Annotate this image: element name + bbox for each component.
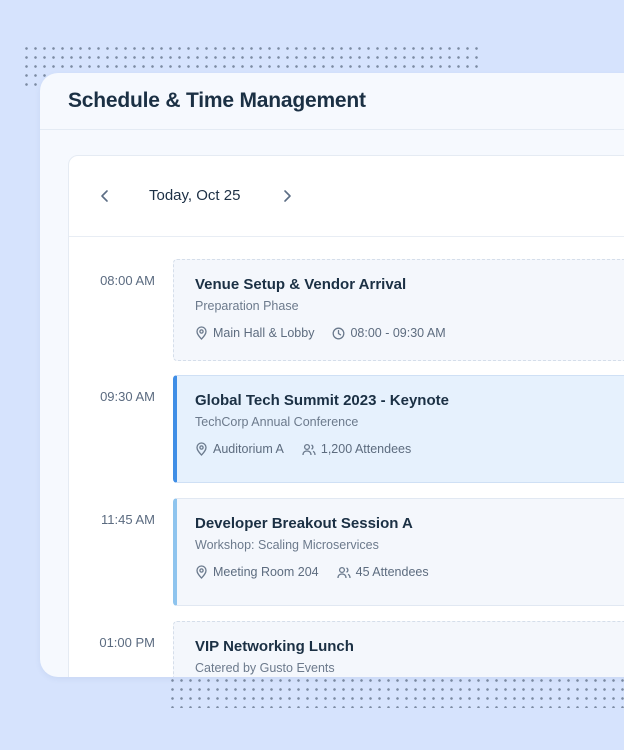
previous-day-button[interactable]	[95, 186, 115, 206]
location-pin-icon	[196, 442, 207, 456]
event-meta: Meeting Room 204 45 Attendees	[195, 565, 624, 579]
event-attendees-text: 1,200 Attendees	[320, 442, 412, 456]
event-title: Developer Breakout Session A	[195, 515, 413, 532]
event-card-selected[interactable]: Global Tech Summit 2023 - Keynote TechCo…	[173, 375, 624, 483]
event-location-text: Meeting Room 204	[213, 565, 319, 579]
users-icon	[336, 566, 351, 578]
location-pin-icon	[196, 326, 207, 340]
dot-pattern-bottom	[168, 676, 624, 708]
event-title: Global Tech Summit 2023 - Keynote	[195, 392, 449, 409]
event-subtitle: Preparation Phase	[195, 299, 299, 313]
slot-time: 11:45 AM	[101, 512, 155, 527]
event-subtitle: Workshop: Scaling Microservices	[195, 538, 379, 552]
event-location: Auditorium A	[195, 442, 284, 456]
chevron-left-icon	[101, 190, 108, 202]
chevron-right-icon	[284, 190, 291, 202]
location-pin-icon	[196, 565, 207, 579]
event-time-range: 08:00 - 09:30 AM	[332, 326, 446, 340]
slot-time: 08:00 AM	[100, 273, 155, 288]
event-attendees: 45 Attendees	[336, 565, 429, 579]
slot-time: 01:00 PM	[99, 635, 155, 650]
page-title: Schedule & Time Management	[68, 89, 366, 112]
window-header: Schedule & Time Management	[40, 73, 624, 130]
clock-icon	[333, 327, 345, 339]
schedule-panel: Today, Oct 25 08:00 AM Venue Setup & Ven…	[68, 155, 624, 677]
event-attendees: 1,200 Attendees	[302, 442, 411, 456]
event-location-text: Main Hall & Lobby	[213, 326, 315, 340]
event-location-text: Auditorium A	[213, 442, 284, 456]
event-location: Main Hall & Lobby	[195, 326, 314, 340]
current-date-label: Today, Oct 25	[149, 187, 241, 204]
event-card[interactable]: Venue Setup & Vendor Arrival Preparation…	[173, 259, 624, 361]
slot-time: 09:30 AM	[100, 389, 155, 404]
event-location: Meeting Room 204	[195, 565, 319, 579]
event-meta: Auditorium A 1,200 Attendees	[195, 442, 624, 456]
event-title: VIP Networking Lunch	[195, 638, 354, 655]
event-time-range-text: 08:00 - 09:30 AM	[350, 326, 446, 340]
event-subtitle: Catered by Gusto Events	[195, 661, 335, 675]
event-card[interactable]: Developer Breakout Session A Workshop: S…	[173, 498, 624, 606]
event-card[interactable]: VIP Networking Lunch Catered by Gusto Ev…	[173, 621, 624, 677]
event-subtitle: TechCorp Annual Conference	[195, 415, 359, 429]
event-meta: Main Hall & Lobby 08:00 - 09:30 AM	[195, 326, 624, 340]
schedule-window: Schedule & Time Management Today, Oct 25…	[40, 73, 624, 677]
event-attendees-text: 45 Attendees	[355, 565, 429, 579]
event-title: Venue Setup & Vendor Arrival	[195, 276, 407, 293]
users-icon	[302, 443, 316, 455]
date-navigation: Today, Oct 25	[69, 156, 624, 237]
next-day-button[interactable]	[277, 186, 297, 206]
